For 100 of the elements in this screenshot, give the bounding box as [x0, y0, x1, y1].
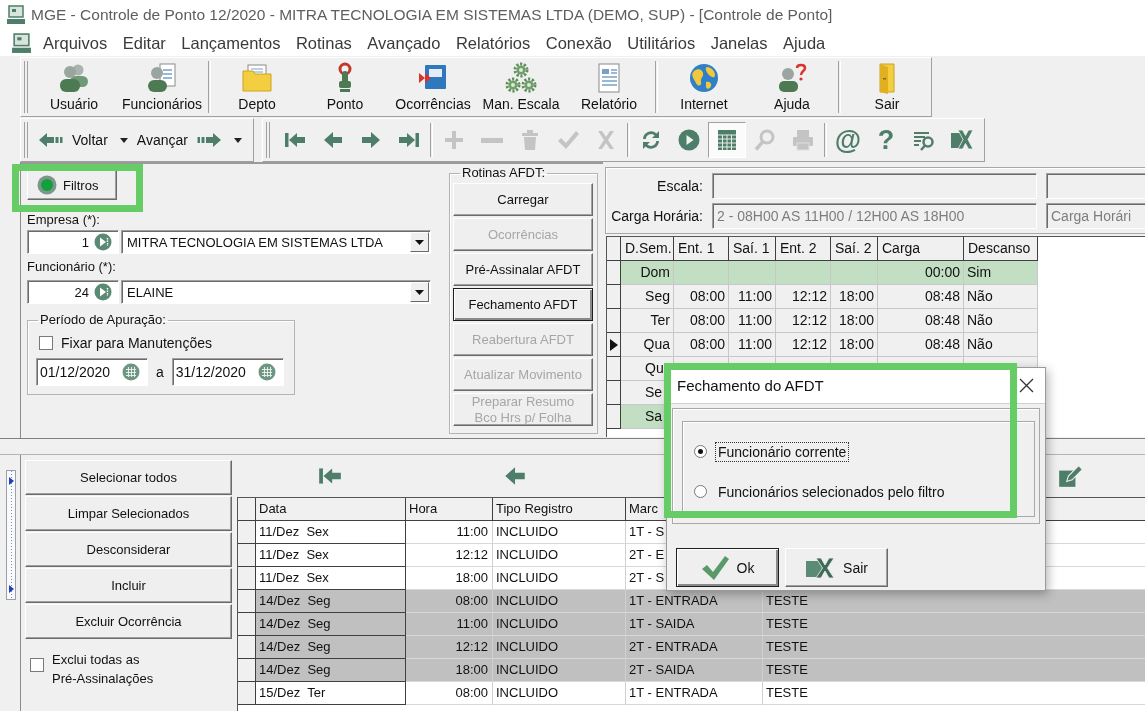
- email-button[interactable]: @: [829, 122, 867, 158]
- calendar-icon: [257, 363, 276, 381]
- gears-icon: [505, 62, 537, 94]
- radio-label[interactable]: Funcionário corrente: [715, 441, 850, 462]
- menu-item[interactable]: Lançamentos: [181, 33, 281, 53]
- dropdown-button[interactable]: [410, 232, 429, 252]
- menu-item[interactable]: Arquivos: [43, 33, 108, 53]
- spreadsheet-x-icon: [950, 128, 974, 152]
- input-field[interactable]: [712, 172, 1037, 199]
- column-header: Hora: [406, 498, 493, 521]
- table-cell: 1T - S: [629, 524, 665, 539]
- toolbar-button[interactable]: Ponto: [301, 58, 389, 116]
- checkbox-label[interactable]: Fixar para Manutenções: [61, 335, 212, 351]
- checkbox[interactable]: [30, 658, 44, 672]
- date-field[interactable]: 31/12/2020: [171, 358, 284, 386]
- radio-button[interactable]: [694, 485, 707, 498]
- toolbar-button[interactable]: Sair: [843, 58, 931, 116]
- splitter-handle[interactable]: [6, 470, 16, 600]
- toolbar-button[interactable]: Ocorrências: [389, 58, 477, 116]
- toolbar-button[interactable]: Depto: [213, 58, 301, 116]
- expand-arrow-icon: [8, 477, 14, 485]
- caret-icon: [233, 137, 242, 143]
- toolbar-button[interactable]: Usuário: [30, 58, 118, 116]
- dropdown[interactable]: MITRA TECNOLOGIA EM SISTEMAS LTDA: [121, 230, 431, 254]
- filter-button[interactable]: Filtros: [27, 170, 117, 200]
- table-cell: INCLUIDO: [493, 682, 626, 705]
- table-cell: 2T - S: [629, 570, 665, 585]
- window-title: MGE - Controle de Ponto 12/2020 - MITRA TECNOLOGIA EM SISTEMAS LTDA (DEMO, SUP) - [Controle de Ponto]: [31, 6, 833, 24]
- radio-button[interactable]: [694, 445, 707, 458]
- folder-icon: [241, 62, 273, 94]
- edit-button[interactable]: [1056, 463, 1083, 489]
- caret-icon: [415, 289, 424, 295]
- routine-button[interactable]: Fechamento AFDT: [453, 288, 593, 321]
- arrow-right-icon: [195, 131, 222, 149]
- menu-item[interactable]: Conexão: [545, 33, 612, 53]
- menu-item[interactable]: Editar: [122, 33, 166, 53]
- menu-item[interactable]: Utilitários: [627, 33, 696, 53]
- search-icon: [753, 128, 777, 152]
- toolbar-button[interactable]: Ajuda: [748, 58, 836, 116]
- computer-icon: [6, 5, 26, 25]
- exit-button[interactable]: Sair: [785, 548, 888, 587]
- group-title: Rotinas AFDT:: [461, 166, 547, 180]
- date-field[interactable]: 01/12/2020: [36, 358, 148, 386]
- input-field[interactable]: 2 - 08H00 AS 11H00 / 12H00 AS 18H00: [712, 202, 1037, 229]
- plus-icon: [442, 128, 466, 152]
- grid-view-button[interactable]: [708, 122, 746, 158]
- spreadsheet-x-icon: [805, 555, 836, 580]
- table-cell: 1T - ENTRADA: [629, 593, 718, 608]
- range-separator: a: [156, 364, 164, 380]
- field-label: Escala:: [656, 177, 703, 194]
- table-cell: 1T - SAIDA: [629, 616, 695, 631]
- toolbar-button[interactable]: Relatório: [565, 58, 653, 116]
- action-button[interactable]: Incluir: [25, 568, 232, 603]
- grid-icon: [715, 128, 739, 152]
- calendar-icon: [122, 363, 140, 381]
- action-button[interactable]: Limpar Selecionados: [25, 496, 232, 531]
- menu-item[interactable]: Rotinas: [295, 33, 352, 53]
- users-icon: [58, 62, 90, 94]
- table-cell: TESTE: [763, 682, 1145, 705]
- play-circle-icon: [94, 283, 112, 301]
- routine-button[interactable]: Pré-Assinalar AFDT: [453, 253, 593, 286]
- table-cell: 1T - ENTRADA: [629, 685, 718, 700]
- ok-button[interactable]: Ok: [676, 548, 779, 587]
- table-cell: 2T - SAIDA: [629, 662, 695, 677]
- dropdown-button[interactable]: [410, 282, 429, 302]
- back-button[interactable]: Voltar: [35, 123, 111, 157]
- field-label: Carga Horária:: [610, 207, 703, 224]
- table-cell: Se: [645, 384, 663, 400]
- check-icon: [700, 554, 729, 581]
- toolbar-button[interactable]: Man. Escala: [477, 58, 565, 116]
- table-cell: 08:00: [406, 682, 493, 705]
- table-cell: Sa: [645, 408, 663, 424]
- forward-button[interactable]: Avançar: [133, 123, 225, 157]
- toolbar-button[interactable]: Internet: [660, 58, 748, 116]
- menu-item[interactable]: Avançado: [367, 33, 441, 53]
- dropdown[interactable]: ELAINE: [121, 280, 431, 304]
- checkbox[interactable]: [39, 336, 53, 350]
- menu-item[interactable]: Relatórios: [455, 33, 531, 53]
- action-button[interactable]: Excluir Ocorrência: [25, 604, 232, 639]
- help-button[interactable]: ?: [867, 122, 905, 158]
- group-title: Período de Apuração:: [39, 313, 167, 327]
- action-button[interactable]: Desconsiderar: [25, 532, 232, 567]
- code-field[interactable]: 1: [27, 230, 119, 254]
- menu-item[interactable]: Janelas: [710, 33, 768, 53]
- close-icon: [1019, 378, 1034, 393]
- menu-item[interactable]: Ajuda: [783, 33, 826, 53]
- field-label: Empresa (*):: [27, 212, 100, 228]
- input-field[interactable]: [1046, 172, 1145, 199]
- input-field[interactable]: Carga Horári: [1046, 202, 1145, 229]
- table-cell: 15/Dez Ter: [256, 682, 406, 705]
- globe-icon: [688, 62, 720, 94]
- action-button[interactable]: Selecionar todos: [25, 460, 232, 495]
- caret-icon: [119, 137, 128, 143]
- routine-button[interactable]: Carregar: [453, 183, 593, 216]
- led-icon: [37, 175, 57, 195]
- checkbox-label[interactable]: Exclui todas as Pré-Assinalações: [52, 650, 167, 688]
- toolbar-button[interactable]: Funcionários: [118, 58, 206, 116]
- field-label: Funcionário (*):: [27, 259, 116, 275]
- caret-icon: [415, 239, 424, 245]
- code-field[interactable]: 24: [27, 280, 119, 304]
